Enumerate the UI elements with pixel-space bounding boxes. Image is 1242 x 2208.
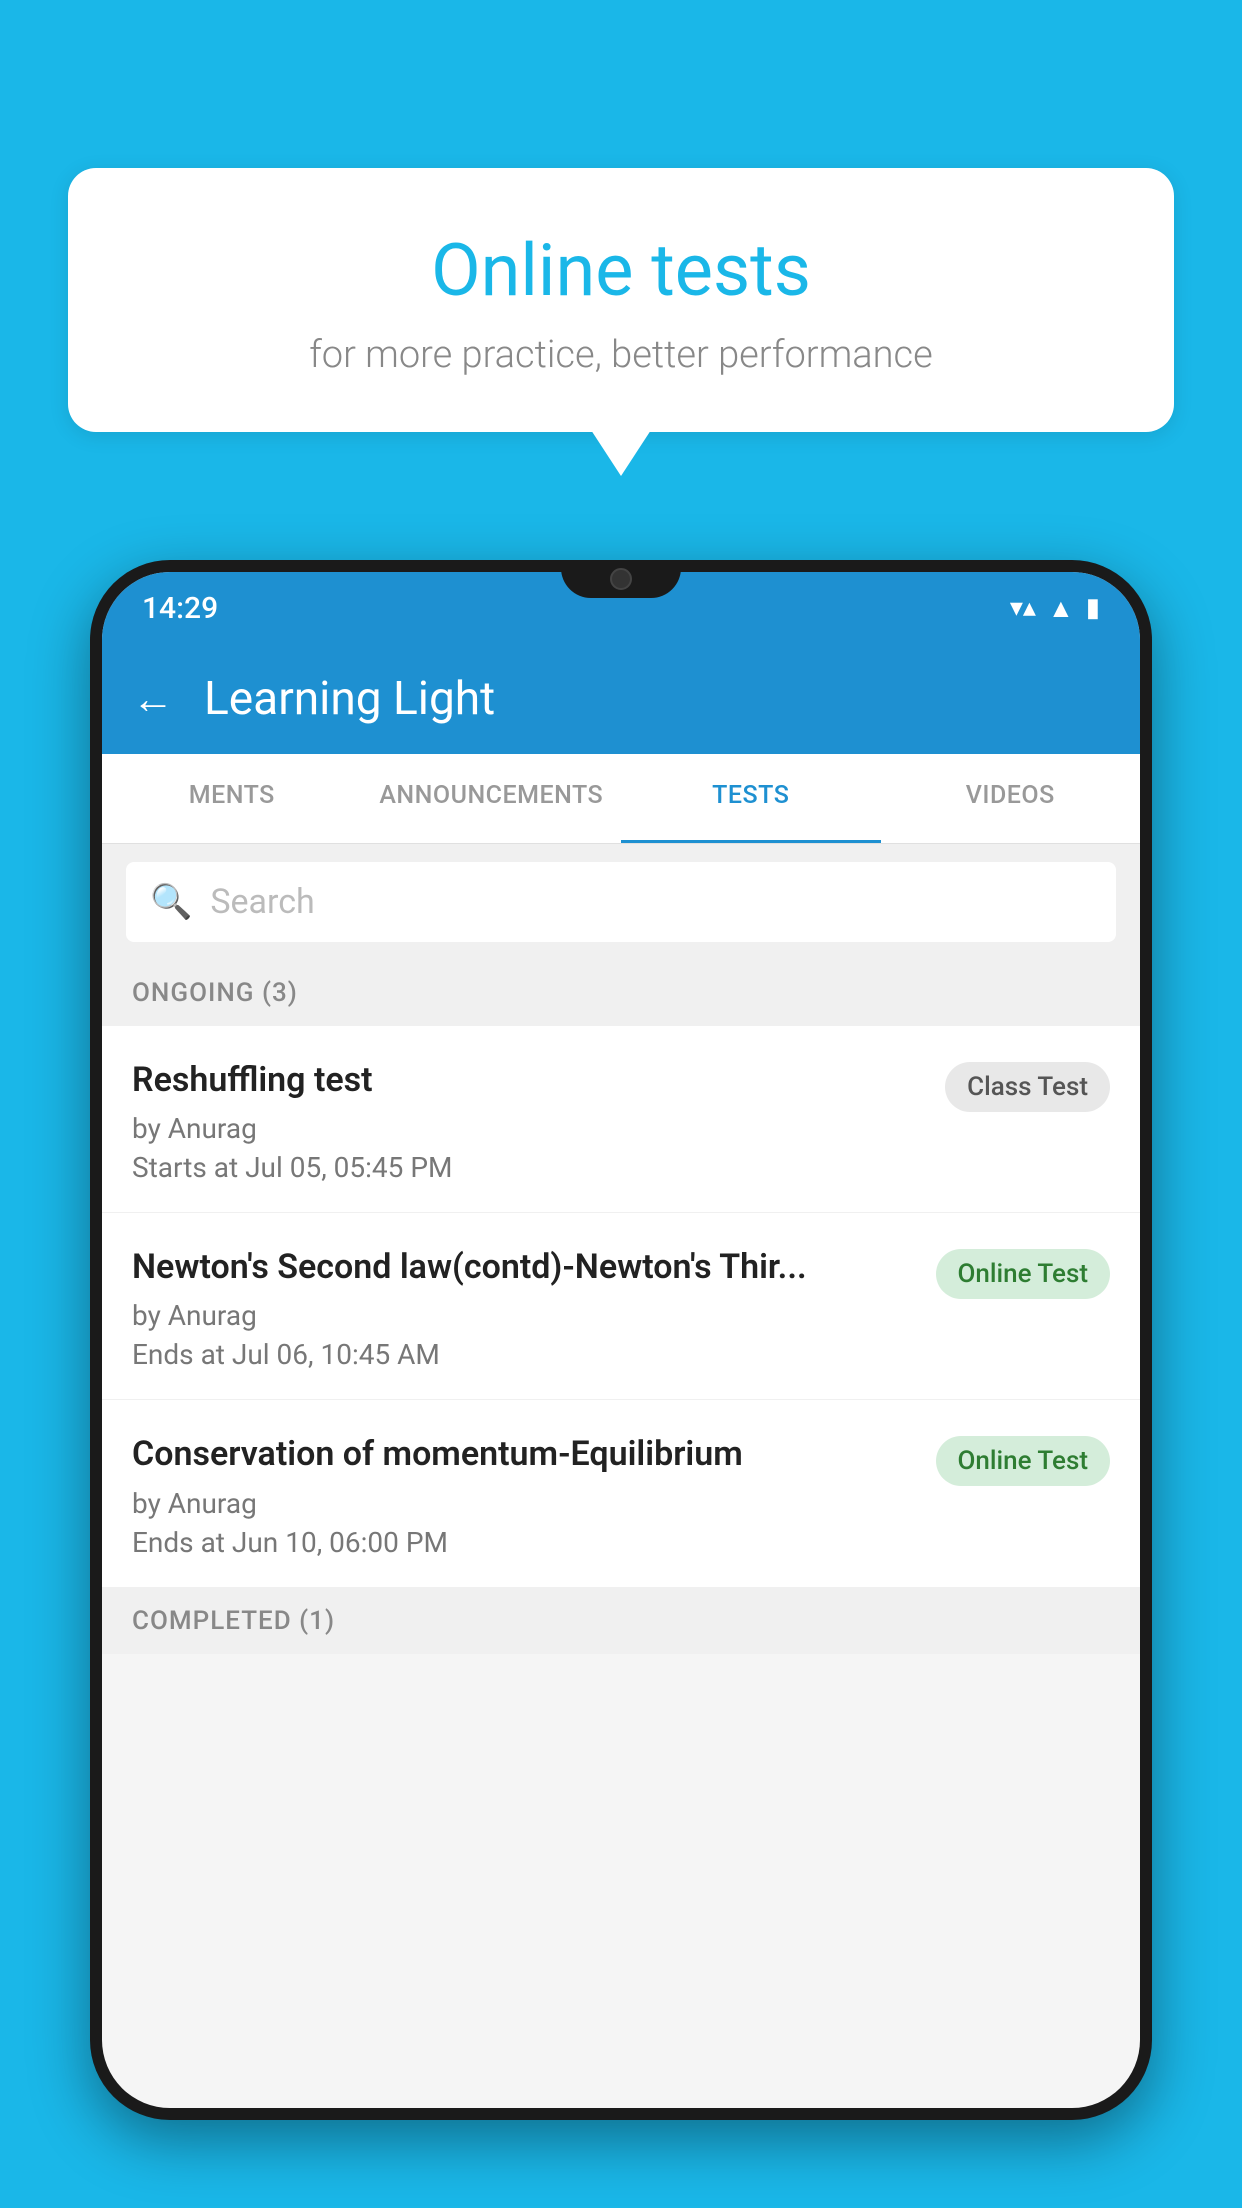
speech-bubble: Online tests for more practice, better p… [68, 168, 1174, 432]
tab-announcements[interactable]: ANNOUNCEMENTS [362, 754, 622, 843]
test-item-1[interactable]: Reshuffling test by Anurag Starts at Jul… [102, 1026, 1140, 1213]
test-title-2: Newton's Second law(contd)-Newton's Thir… [132, 1245, 916, 1289]
app-bar: ← Learning Light [102, 644, 1140, 754]
test-author-1: by Anurag [132, 1112, 925, 1145]
tab-ments[interactable]: MENTS [102, 754, 362, 843]
test-badge-3: Online Test [936, 1436, 1111, 1486]
ongoing-section-header: ONGOING (3) [102, 960, 1140, 1026]
phone-outer: 14:29 ▾▴ ▲ ▮ ← Learning Light MENTS ANNO… [90, 560, 1152, 2120]
bubble-subtitle: for more practice, better performance [118, 333, 1124, 377]
phone-container: 14:29 ▾▴ ▲ ▮ ← Learning Light MENTS ANNO… [90, 560, 1152, 2208]
tab-tests[interactable]: TESTS [621, 754, 881, 843]
search-placeholder: Search [210, 882, 314, 922]
completed-section-label: COMPLETED (1) [132, 1606, 335, 1636]
test-time-1: Starts at Jul 05, 05:45 PM [132, 1151, 925, 1184]
test-info-1: Reshuffling test by Anurag Starts at Jul… [132, 1058, 945, 1184]
search-container: 🔍 Search [102, 844, 1140, 960]
search-icon: 🔍 [150, 882, 192, 922]
test-info-2: Newton's Second law(contd)-Newton's Thir… [132, 1245, 936, 1371]
ongoing-section-label: ONGOING (3) [132, 978, 298, 1008]
test-list: Reshuffling test by Anurag Starts at Jul… [102, 1026, 1140, 1588]
phone-camera [610, 568, 632, 590]
test-info-3: Conservation of momentum-Equilibrium by … [132, 1432, 936, 1558]
tab-videos[interactable]: VIDEOS [881, 754, 1141, 843]
app-bar-title: Learning Light [204, 672, 495, 726]
test-author-3: by Anurag [132, 1487, 916, 1520]
test-title-1: Reshuffling test [132, 1058, 925, 1102]
wifi-icon: ▾▴ [1010, 593, 1036, 623]
test-item-3[interactable]: Conservation of momentum-Equilibrium by … [102, 1400, 1140, 1587]
test-badge-2: Online Test [936, 1249, 1111, 1299]
phone-notch [561, 560, 681, 598]
bubble-title: Online tests [118, 228, 1124, 313]
tab-bar: MENTS ANNOUNCEMENTS TESTS VIDEOS [102, 754, 1140, 844]
status-time: 14:29 [142, 591, 218, 626]
phone-screen: 14:29 ▾▴ ▲ ▮ ← Learning Light MENTS ANNO… [102, 572, 1140, 2108]
completed-section-header: COMPLETED (1) [102, 1588, 1140, 1654]
search-bar[interactable]: 🔍 Search [126, 862, 1116, 942]
test-title-3: Conservation of momentum-Equilibrium [132, 1432, 916, 1476]
test-time-2: Ends at Jul 06, 10:45 AM [132, 1338, 916, 1371]
signal-icon: ▲ [1048, 593, 1074, 624]
test-item-2[interactable]: Newton's Second law(contd)-Newton's Thir… [102, 1213, 1140, 1400]
back-button[interactable]: ← [132, 675, 174, 724]
battery-icon: ▮ [1086, 593, 1100, 623]
test-time-3: Ends at Jun 10, 06:00 PM [132, 1526, 916, 1559]
status-icons: ▾▴ ▲ ▮ [1010, 593, 1100, 624]
test-author-2: by Anurag [132, 1299, 916, 1332]
test-badge-1: Class Test [945, 1062, 1110, 1112]
